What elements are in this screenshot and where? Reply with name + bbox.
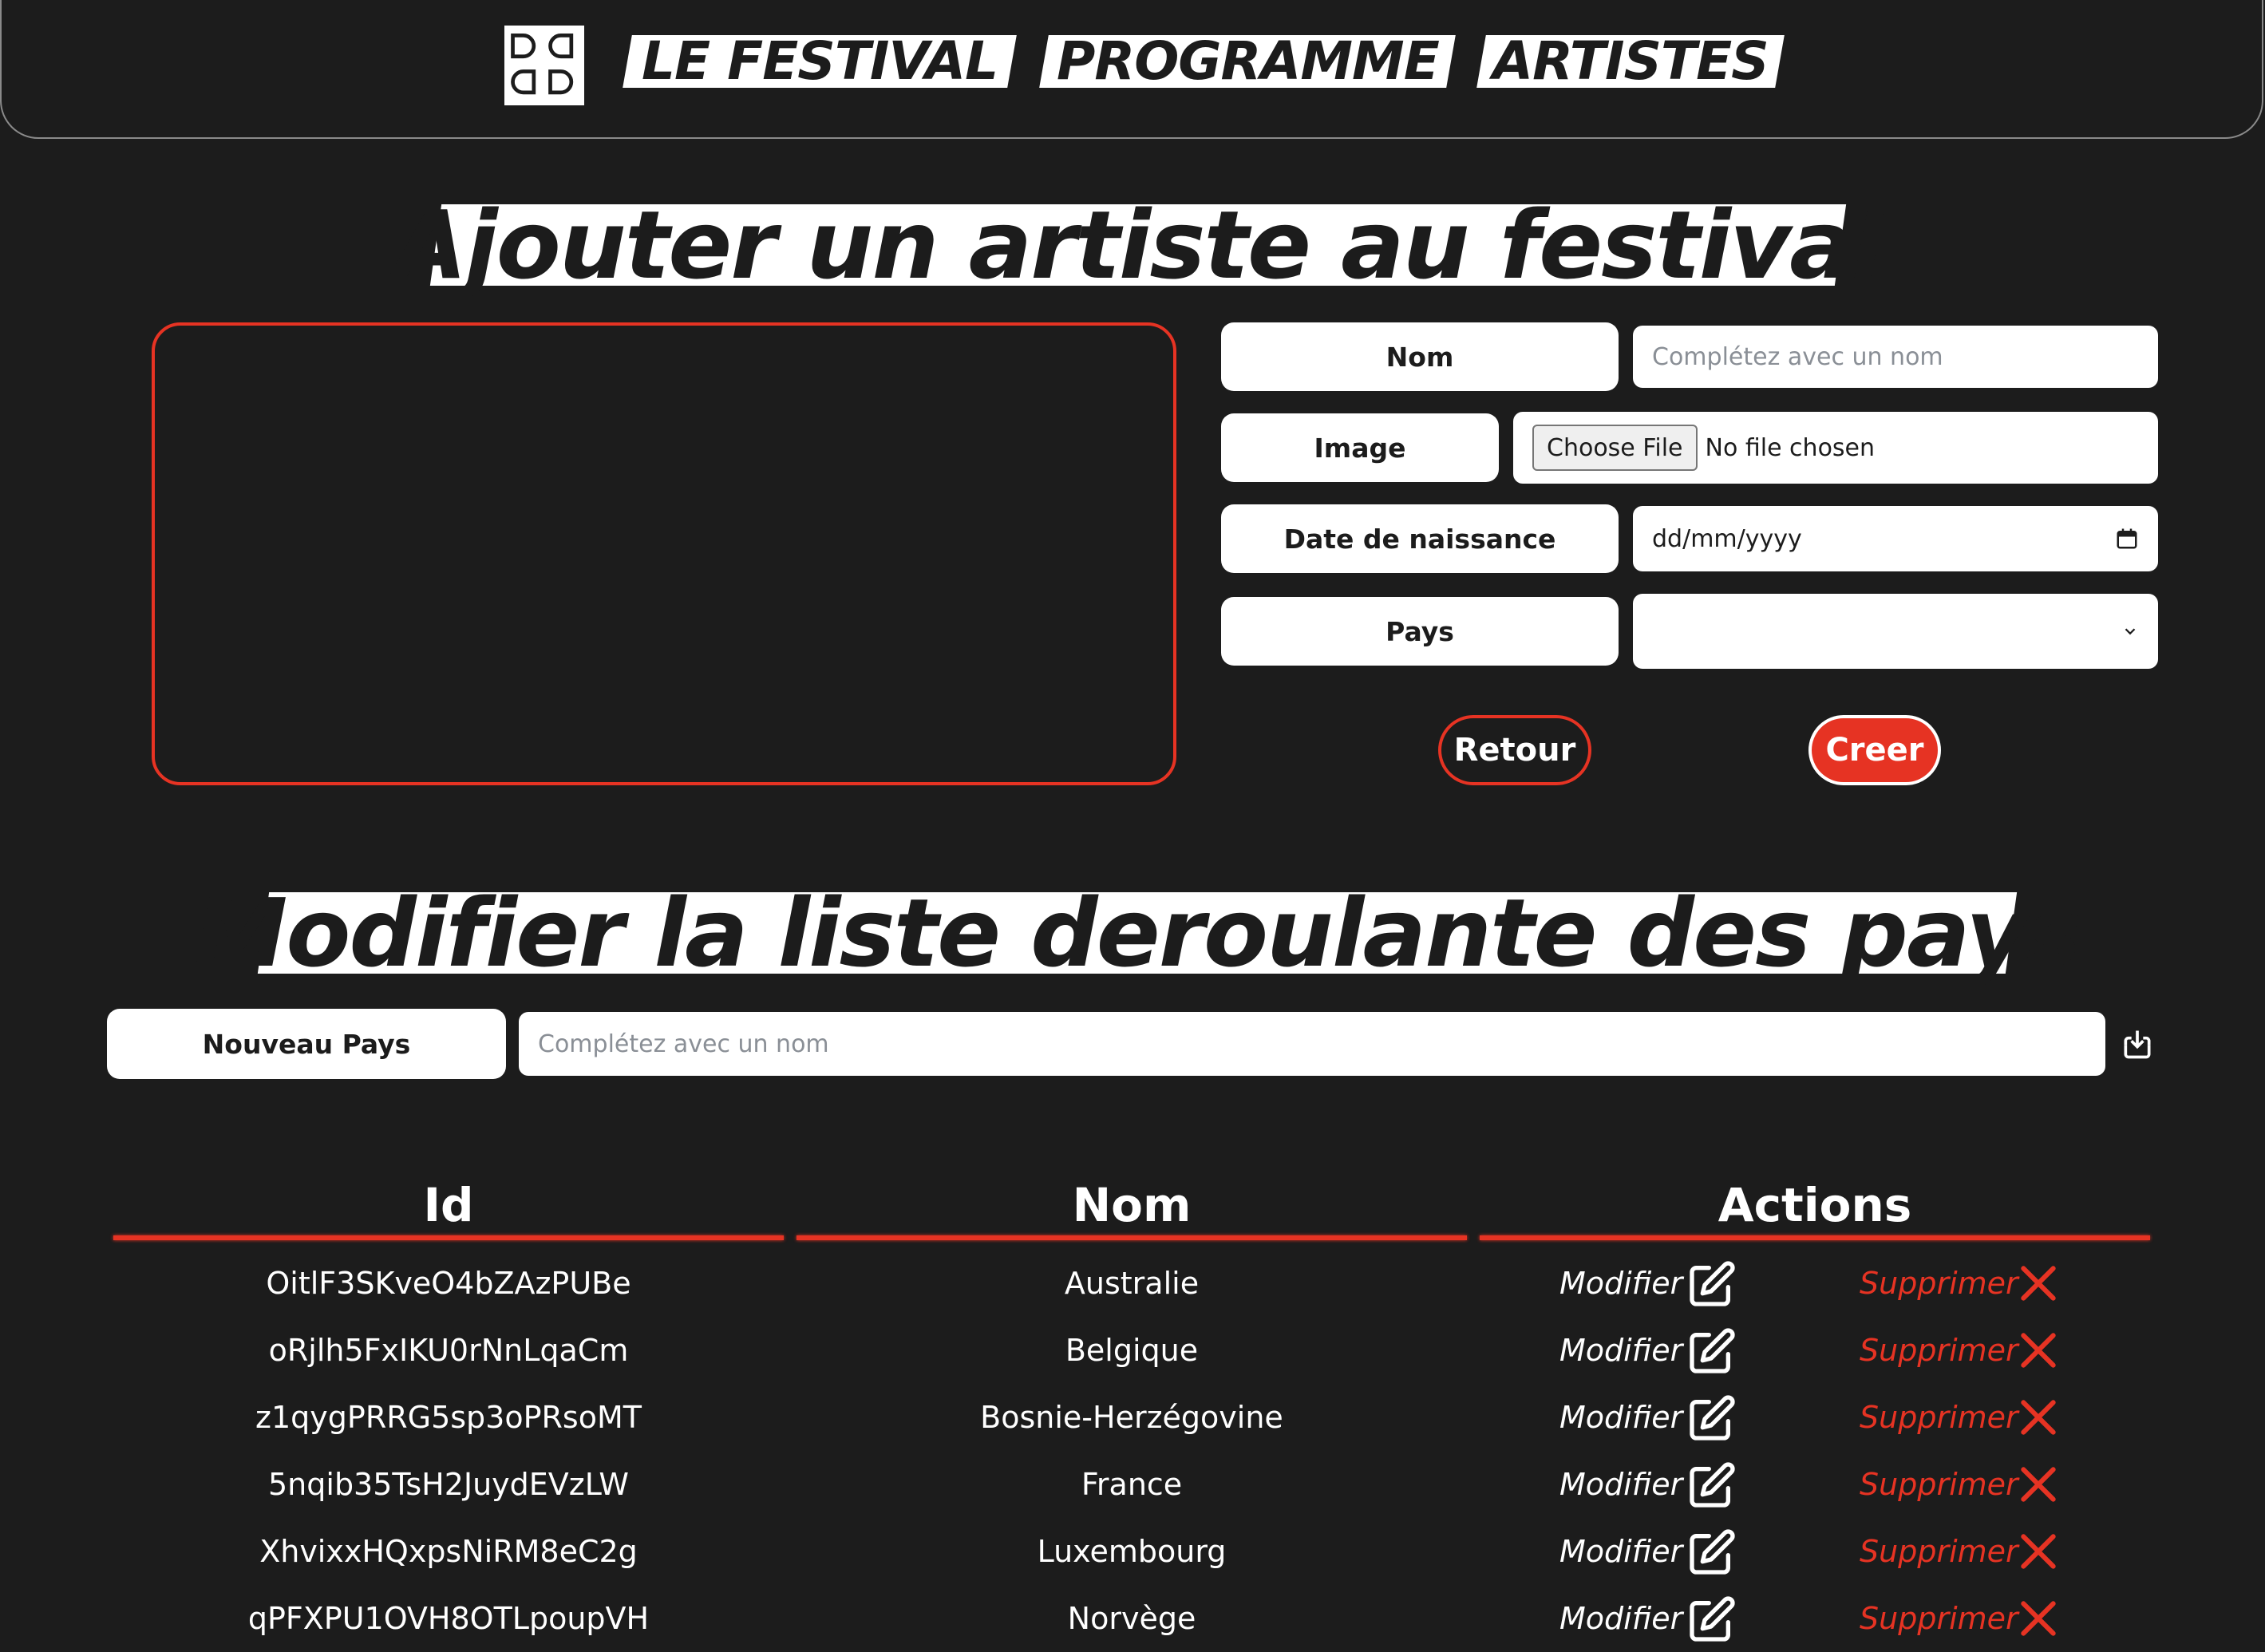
edit-icon[interactable] <box>1686 1393 1737 1445</box>
add-artist-title: Ajouter un artiste au festival <box>394 190 1882 300</box>
close-icon[interactable] <box>2016 1395 2061 1440</box>
country-id: XhvixxHQxpsNiRM8eC2g <box>259 1534 638 1569</box>
edit-icon[interactable] <box>1686 1460 1737 1512</box>
no-file-text: No file chosen <box>1705 433 1876 462</box>
nav-artistes[interactable]: ARTISTES <box>1476 30 1785 92</box>
table-row: z1qygPRRG5sp3oPRsoMT Bosnie-Herzégovine Mo… <box>0 1384 2265 1451</box>
countries-title-text: Modifier la liste deroulante des pays <box>194 878 2081 988</box>
country-name: Belgique <box>1065 1333 1199 1368</box>
close-icon[interactable] <box>2016 1529 2061 1574</box>
edit-link[interactable]: Modifier <box>1559 1585 1682 1652</box>
edit-icon[interactable] <box>1686 1528 1737 1579</box>
close-icon[interactable] <box>2016 1261 2061 1306</box>
column-divider <box>797 1235 1467 1240</box>
nav-label: ARTISTES <box>1492 30 1769 92</box>
country-name: Bosnie-Herzégovine <box>980 1400 1283 1435</box>
column-divider <box>113 1235 784 1240</box>
close-icon[interactable] <box>2016 1462 2061 1507</box>
edit-link[interactable]: Modifier <box>1559 1384 1682 1451</box>
festival-logo[interactable] <box>504 26 584 105</box>
country-name: Luxembourg <box>1037 1534 1227 1569</box>
nav-programme[interactable]: PROGRAMME <box>1039 30 1456 92</box>
country-select[interactable] <box>1633 594 2158 669</box>
column-header-id[interactable]: Id <box>113 1173 784 1237</box>
edit-link[interactable]: Modifier <box>1559 1250 1682 1317</box>
country-name: France <box>1081 1467 1183 1502</box>
delete-link[interactable]: Supprimer <box>1860 1518 2018 1585</box>
image-file-input[interactable]: Choose File No file chosen <box>1513 412 2158 484</box>
edit-link[interactable]: Modifier <box>1559 1451 1682 1518</box>
create-button[interactable]: Creer <box>1808 715 1941 785</box>
country-id: z1qygPRRG5sp3oPRsoMT <box>255 1400 642 1435</box>
birthdate-value: dd/mm/yyyy <box>1652 524 1802 553</box>
table-row: oRjlh5FxIKU0rNnLqaCm Belgique Modifier Supp… <box>0 1317 2265 1384</box>
column-header-actions: Actions <box>1718 1178 1912 1232</box>
edit-icon[interactable] <box>1686 1259 1737 1310</box>
table-row: XhvixxHQxpsNiRM8eC2g Luxembourg Modifier Su… <box>0 1518 2265 1585</box>
delete-link[interactable]: Supprimer <box>1860 1585 2018 1652</box>
calendar-icon[interactable] <box>2115 527 2139 551</box>
nav-le-festival[interactable]: LE FESTIVAL <box>623 30 1017 92</box>
add-artist-title-text: Ajouter un artiste au festival <box>393 190 1883 300</box>
new-country-label: Nouveau Pays <box>107 1009 506 1079</box>
country-id: 5nqib35TsH2JuydEVzLW <box>268 1467 629 1502</box>
country-name: Norvège <box>1067 1601 1196 1636</box>
delete-link[interactable]: Supprimer <box>1860 1250 2018 1317</box>
close-icon[interactable] <box>2016 1328 2061 1373</box>
choose-file-button[interactable]: Choose File <box>1532 425 1698 471</box>
birthdate-input[interactable]: dd/mm/yyyy <box>1633 506 2158 571</box>
column-header-name[interactable]: Nom <box>797 1173 1467 1237</box>
delete-link[interactable]: Supprimer <box>1860 1451 2018 1518</box>
birthdate-label: Date de naissance <box>1221 504 1619 573</box>
table-row: qPFXPU1OVH8OTLpoupVH Norvège Modifier Suppr… <box>0 1585 2265 1652</box>
table-row: 5nqib35TsH2JuydEVzLW France Modifier Suppri… <box>0 1451 2265 1518</box>
artist-name-input[interactable] <box>1633 326 2158 388</box>
table-row: OitlF3SKveO4bZAzPUBe Australie Modifier Sup… <box>0 1250 2265 1317</box>
country-name: Australie <box>1064 1266 1200 1301</box>
edit-link[interactable]: Modifier <box>1559 1317 1682 1384</box>
name-label: Nom <box>1221 322 1619 391</box>
edit-icon[interactable] <box>1686 1326 1737 1377</box>
image-preview <box>152 322 1176 785</box>
country-id: OitlF3SKveO4bZAzPUBe <box>266 1266 631 1301</box>
edit-link[interactable]: Modifier <box>1559 1518 1682 1585</box>
back-button[interactable]: Retour <box>1438 715 1591 785</box>
save-icon[interactable] <box>2120 1026 2155 1061</box>
nav-label: PROGRAMME <box>1056 30 1439 92</box>
nav-label: LE FESTIVAL <box>641 30 998 92</box>
countries-title: Modifier la liste deroulante des pays <box>194 878 2080 988</box>
logo-icon <box>507 28 582 103</box>
column-divider <box>1480 1235 2150 1240</box>
country-id: oRjlh5FxIKU0rNnLqaCm <box>268 1333 629 1368</box>
delete-link[interactable]: Supprimer <box>1860 1384 2018 1451</box>
image-label: Image <box>1221 413 1499 482</box>
new-country-input[interactable] <box>519 1012 2105 1076</box>
delete-link[interactable]: Supprimer <box>1860 1317 2018 1384</box>
edit-icon[interactable] <box>1686 1595 1737 1646</box>
country-label: Pays <box>1221 597 1619 666</box>
country-id: qPFXPU1OVH8OTLpoupVH <box>247 1601 650 1636</box>
chevron-down-icon <box>2125 628 2136 635</box>
